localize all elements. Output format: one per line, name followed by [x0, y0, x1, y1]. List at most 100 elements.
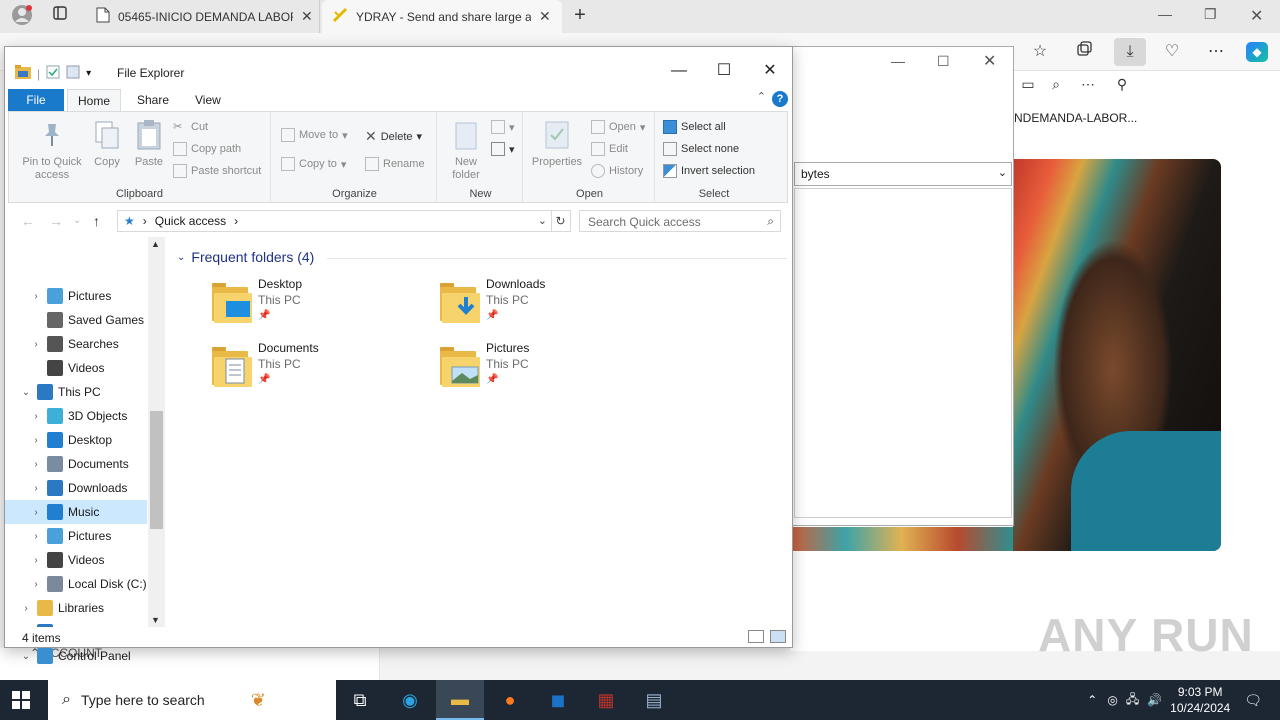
- paste-shortcut-button[interactable]: Paste shortcut: [173, 164, 261, 178]
- sidebar-item-searches[interactable]: › Searches: [5, 332, 147, 356]
- edit-button[interactable]: Edit: [591, 142, 628, 156]
- firefox-icon[interactable]: ●: [486, 680, 534, 720]
- download-file-name[interactable]: NDEMANDA-LABOR...: [1014, 111, 1137, 125]
- cut-button[interactable]: ✂ Cut: [173, 120, 208, 134]
- paste-button[interactable]: Paste: [129, 118, 169, 169]
- downloads-icon[interactable]: ⤓: [1114, 38, 1146, 66]
- open-button[interactable]: Open ▾: [591, 120, 645, 134]
- sidebar-item-documents[interactable]: › Documents: [5, 452, 147, 476]
- sidebar-item-pictures[interactable]: › Pictures: [5, 524, 147, 548]
- tab-file[interactable]: File: [8, 89, 64, 111]
- copilot-icon[interactable]: ◆: [1246, 42, 1268, 62]
- chevron-right-icon[interactable]: ›: [31, 483, 41, 494]
- sidebar-item-videos[interactable]: Videos: [5, 356, 147, 380]
- rename-button[interactable]: Rename: [365, 157, 425, 171]
- properties-button[interactable]: Properties: [527, 118, 587, 169]
- chevron-right-icon[interactable]: ›: [31, 555, 41, 566]
- tab-home[interactable]: Home: [67, 89, 122, 111]
- minimize-button[interactable]: —: [664, 59, 694, 83]
- help-icon[interactable]: ?: [772, 91, 788, 107]
- start-button[interactable]: [12, 691, 30, 709]
- network-tray-icon[interactable]: 🖧: [1126, 690, 1139, 711]
- chevron-down-icon[interactable]: ⌄: [21, 387, 31, 398]
- sidebar-item-videos[interactable]: › Videos: [5, 548, 147, 572]
- address-bar[interactable]: ★ › Quick access › ⌄: [117, 210, 552, 232]
- tab-actions-icon[interactable]: [48, 5, 72, 27]
- browser-tab-ydray[interactable]: YDRAY - Send and share large an ✕: [322, 0, 562, 33]
- task-view-icon[interactable]: ⧉: [336, 680, 384, 720]
- copy-to-button[interactable]: Copy to ▾: [281, 157, 346, 171]
- breadcrumb-quick-access[interactable]: Quick access: [155, 214, 226, 228]
- edge-icon[interactable]: ◉: [386, 680, 434, 720]
- collections-icon[interactable]: [1072, 41, 1096, 63]
- taskbar-search-input[interactable]: ⌕ Type here to search ❦: [48, 680, 336, 720]
- delete-button[interactable]: ✕ Delete ▾: [365, 128, 422, 145]
- folder-tile-desktop[interactable]: Desktop This PC 📌: [212, 277, 432, 333]
- folder-tile-pictures[interactable]: Pictures This PC 📌: [440, 341, 660, 397]
- more-options-icon[interactable]: ⋯: [1204, 41, 1228, 63]
- pin-icon[interactable]: 📌: [486, 310, 498, 321]
- show-hidden-icons-icon[interactable]: ⌃: [1087, 693, 1097, 707]
- pin-icon[interactable]: 📌: [258, 310, 270, 321]
- sidebar-item-control-panel[interactable]: ⌄ Control Panel: [5, 644, 147, 668]
- sidebar-item-music[interactable]: › Music: [5, 500, 147, 524]
- browser-restore-button[interactable]: ❐: [1204, 6, 1217, 23]
- browser-essentials-icon[interactable]: ♡: [1160, 41, 1184, 63]
- chevron-right-icon[interactable]: ›: [31, 459, 41, 470]
- bg-close-button[interactable]: ✕: [983, 51, 996, 71]
- bg-minimize-button[interactable]: —: [891, 53, 905, 69]
- chevron-right-icon[interactable]: ›: [31, 435, 41, 446]
- sidebar-item-pictures[interactable]: › Pictures: [5, 284, 147, 308]
- sidebar-item-downloads[interactable]: › Downloads: [5, 476, 147, 500]
- nav-scroll-thumb[interactable]: [150, 411, 163, 529]
- outlook-icon[interactable]: ◼: [534, 680, 582, 720]
- close-icon[interactable]: ✕: [301, 8, 313, 25]
- copy-button[interactable]: Copy: [87, 118, 127, 169]
- volume-icon[interactable]: 🔊: [1147, 693, 1162, 707]
- frequent-folders-header[interactable]: ⌄ Frequent folders (4): [177, 249, 314, 265]
- pin-icon[interactable]: 📌: [486, 374, 498, 385]
- tab-share[interactable]: Share: [127, 89, 179, 111]
- favorites-icon[interactable]: ☆: [1028, 41, 1052, 63]
- large-icons-view-icon[interactable]: [770, 630, 786, 643]
- forward-arrow-icon[interactable]: →: [49, 213, 63, 229]
- bytes-select[interactable]: bytes ⌄: [794, 162, 1012, 186]
- notifications-icon[interactable]: 🗨: [1244, 692, 1262, 709]
- properties-qat-icon[interactable]: [46, 65, 60, 82]
- bg-list-box[interactable]: [794, 188, 1012, 518]
- winrar-icon[interactable]: ▦: [582, 680, 630, 720]
- search-icon[interactable]: ⌕: [1044, 73, 1068, 95]
- sidebar-item-3d-objects[interactable]: › 3D Objects: [5, 404, 147, 428]
- move-to-button[interactable]: Move to ▾: [281, 128, 348, 142]
- bg-maximize-button[interactable]: ☐: [937, 53, 950, 70]
- sidebar-item-local-disk-c[interactable]: › Local Disk (C:): [5, 572, 147, 596]
- browser-tab-document[interactable]: 05465-INICIO DEMANDA LABORA ✕: [86, 0, 320, 33]
- recent-locations-icon[interactable]: ⌄: [73, 215, 81, 226]
- copy-path-button[interactable]: Copy path: [173, 142, 241, 156]
- chevron-right-icon[interactable]: ›: [21, 603, 31, 614]
- maximize-button[interactable]: ☐: [709, 59, 739, 83]
- scroll-down-icon[interactable]: ▼: [151, 615, 160, 625]
- chevron-right-icon[interactable]: ›: [31, 291, 41, 302]
- close-button[interactable]: ✕: [755, 59, 785, 83]
- close-icon[interactable]: ✕: [539, 8, 551, 25]
- sidebar-item-desktop[interactable]: › Desktop: [5, 428, 147, 452]
- invert-selection-button[interactable]: Invert selection: [663, 164, 755, 178]
- history-button[interactable]: History: [591, 164, 643, 178]
- scroll-up-icon[interactable]: ▲: [151, 239, 160, 249]
- sidebar-item-this-pc[interactable]: ⌄ This PC: [5, 380, 147, 404]
- chevron-up-icon[interactable]: ⌃: [757, 90, 766, 103]
- new-folder-button[interactable]: New folder: [443, 118, 489, 182]
- pin-icon[interactable]: ⚲: [1110, 73, 1134, 95]
- refresh-button[interactable]: ↻: [551, 210, 571, 232]
- back-arrow-icon[interactable]: ←: [21, 213, 35, 229]
- meet-now-icon[interactable]: ◎: [1107, 693, 1117, 707]
- new-item-button[interactable]: ▾: [491, 120, 515, 134]
- more-icon[interactable]: ⋯: [1076, 73, 1100, 95]
- pin-to-quick-access-button[interactable]: Pin to Quick access: [13, 118, 91, 182]
- new-tab-button[interactable]: +: [568, 4, 592, 26]
- chevron-right-icon[interactable]: ›: [31, 579, 41, 590]
- qat-dropdown-icon[interactable]: ▾: [86, 68, 91, 79]
- chevron-down-icon[interactable]: ⌄: [21, 651, 31, 662]
- tab-view[interactable]: View: [185, 89, 231, 111]
